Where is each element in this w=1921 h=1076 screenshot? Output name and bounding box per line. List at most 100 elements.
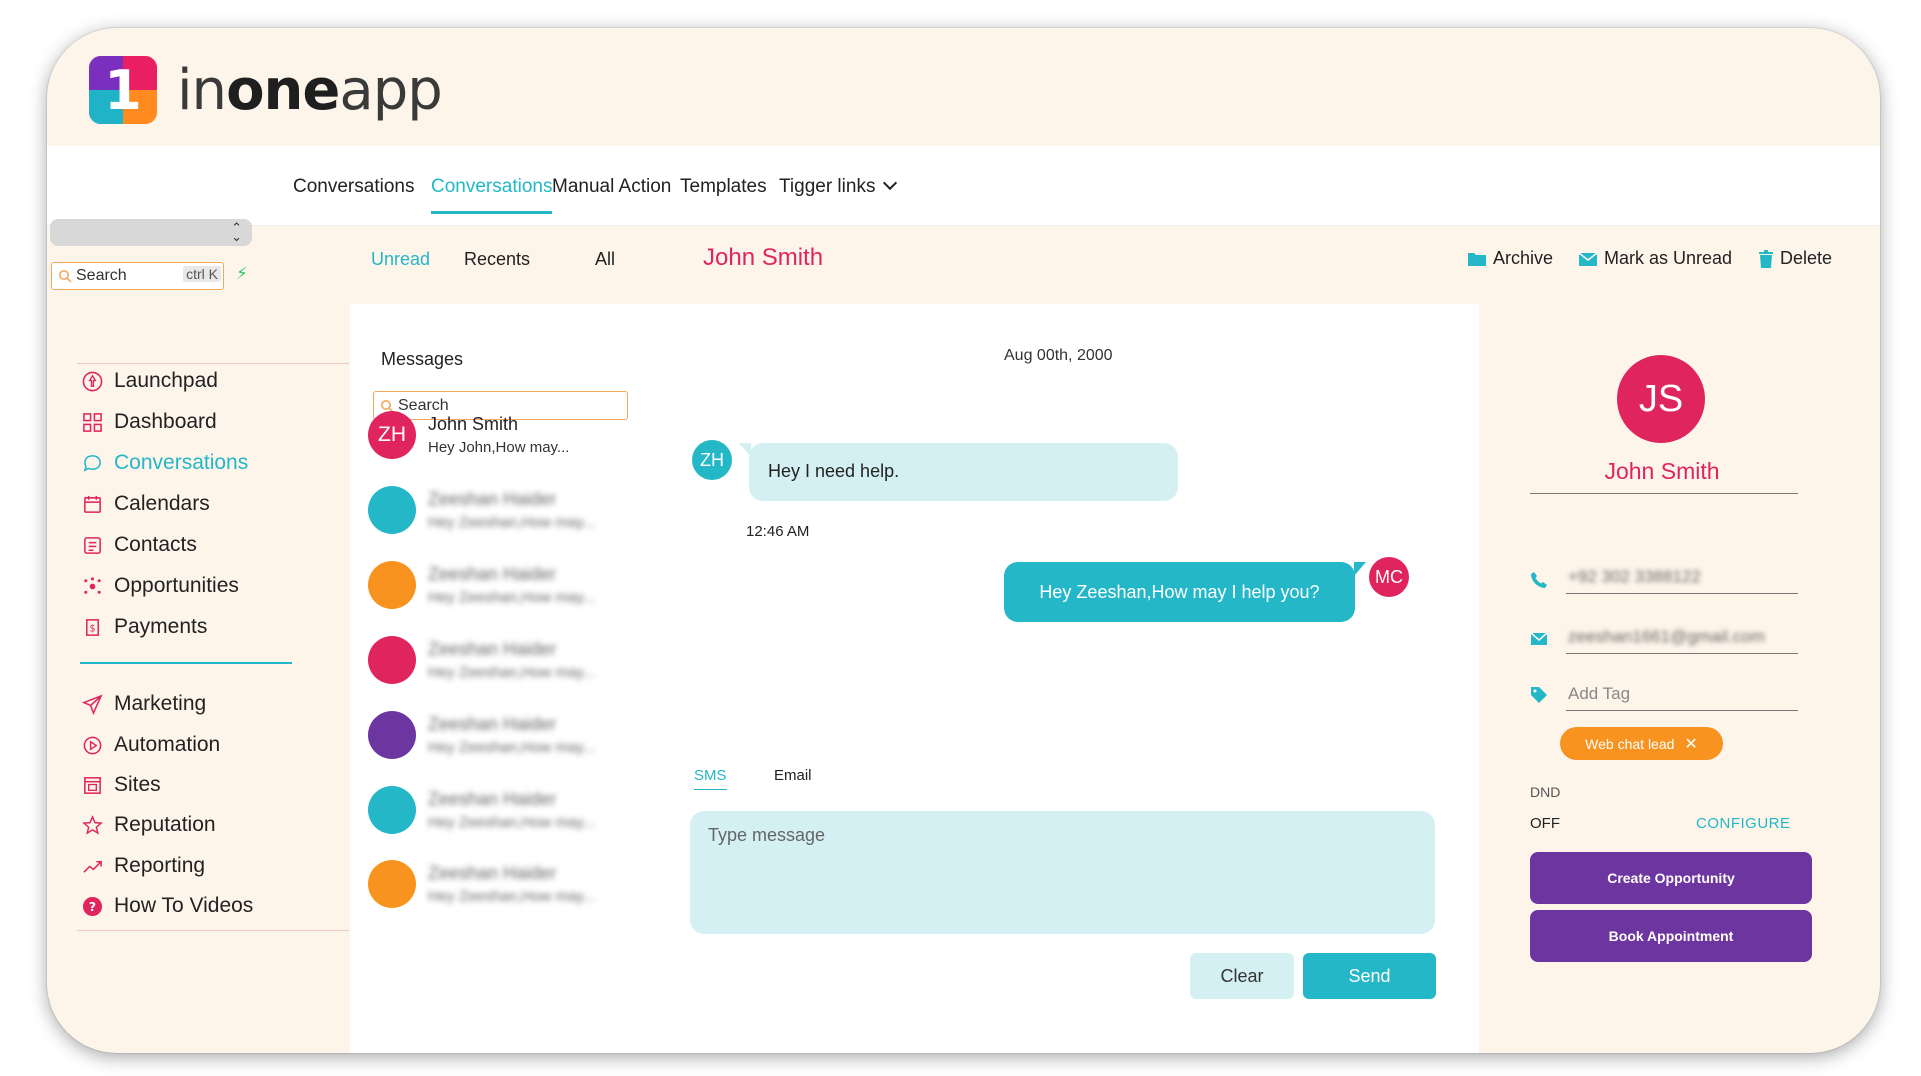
divider — [77, 930, 349, 931]
mark-unread-button[interactable]: Mark as Unread — [1578, 248, 1732, 269]
location-select[interactable]: ⌃ ⌄ — [50, 219, 252, 246]
sidebar-item-label: Conversations — [114, 451, 249, 474]
avatar — [368, 786, 416, 834]
chat-icon — [80, 451, 104, 475]
sidebar-item-label: Dashboard — [114, 410, 217, 433]
app-logo: 1 inoneapp — [89, 56, 443, 124]
sidebar-item-label: Payments — [114, 615, 208, 638]
contact-avatar: JS — [1617, 355, 1705, 443]
divider — [1566, 710, 1798, 711]
sidebar-item-contacts[interactable]: Contacts — [80, 533, 197, 557]
sidebar-item-label: Calendars — [114, 492, 210, 515]
tag-label: Web chat lead — [1585, 735, 1675, 752]
divider — [77, 363, 349, 364]
clear-button[interactable]: Clear — [1190, 953, 1294, 999]
updown-icon: ⌃ ⌄ — [231, 220, 242, 244]
close-icon[interactable]: ✕ — [1684, 734, 1697, 754]
topnav-conversations-1[interactable]: Conversations — [293, 176, 414, 198]
tab-all[interactable]: All — [595, 249, 615, 270]
topnav-trigger-links[interactable]: Tigger links — [779, 175, 898, 198]
sidebar-item-calendars[interactable]: Calendars — [80, 492, 210, 516]
conversation-name: Zeeshan Haider — [428, 789, 557, 809]
tab-email[interactable]: Email — [774, 767, 812, 784]
sidebar-item-marketing[interactable]: Marketing — [80, 692, 206, 716]
sidebar-item-dashboard[interactable]: Dashboard — [80, 410, 217, 434]
avatar — [368, 636, 416, 684]
send-button[interactable]: Send — [1303, 953, 1436, 999]
book-appointment-button[interactable]: Book Appointment — [1530, 910, 1812, 962]
conversation-preview: Hey Zeeshan,How may... — [428, 514, 596, 531]
chat-panel: Aug 00th, 2000 ZH Hey I need help. 12:46… — [666, 304, 1479, 1053]
tab-sms[interactable]: SMS — [694, 767, 727, 790]
topnav-manual-action[interactable]: Manual Action — [552, 176, 671, 198]
avatar — [368, 486, 416, 534]
add-tag-input[interactable]: Add Tag — [1568, 684, 1630, 704]
conversation-item[interactable]: Zeeshan Haider Hey Zeeshan,How may... — [368, 561, 595, 609]
conversation-item[interactable]: Zeeshan Haider Hey Zeeshan,How may... — [368, 636, 595, 684]
calendar-icon — [80, 492, 104, 516]
tag-chip[interactable]: Web chat lead ✕ — [1560, 727, 1723, 760]
opportunities-icon — [80, 574, 104, 598]
payments-icon: $ — [80, 615, 104, 639]
phone-icon — [1530, 571, 1548, 589]
tab-recents[interactable]: Recents — [464, 249, 530, 270]
sidebar-item-label: Opportunities — [114, 574, 239, 597]
rocket-icon — [80, 369, 104, 393]
divider — [1530, 493, 1798, 494]
sidebar-item-reporting[interactable]: Reporting — [80, 854, 205, 878]
mail-icon — [1530, 630, 1548, 648]
logo-text: inoneapp — [177, 57, 443, 123]
svg-text:$: $ — [89, 623, 95, 634]
sidebar-item-opportunities[interactable]: Opportunities — [80, 574, 239, 598]
sidebar-item-reputation[interactable]: Reputation — [80, 813, 216, 837]
configure-link[interactable]: CONFIGURE — [1696, 815, 1791, 832]
incoming-message: Hey I need help. — [739, 443, 1178, 501]
sidebar-item-conversations[interactable]: Conversations — [80, 451, 248, 475]
conversation-name: Zeeshan Haider — [428, 564, 557, 584]
contact-name: John Smith — [1604, 458, 1720, 484]
sidebar-item-how-to-videos[interactable]: ? How To Videos — [80, 894, 253, 918]
tab-unread[interactable]: Unread — [371, 249, 430, 270]
sidebar-item-label: Launchpad — [114, 369, 218, 392]
dnd-value: OFF — [1530, 815, 1560, 832]
conversation-preview: Hey Zeeshan,How may... — [428, 814, 596, 831]
trend-icon — [80, 854, 104, 878]
contact-phone[interactable]: +92 302 3388122 — [1568, 567, 1701, 587]
sidebar-separator — [80, 662, 292, 664]
contact-email[interactable]: zeeshan1661@gmail.com — [1568, 627, 1765, 647]
delete-button[interactable]: Delete — [1758, 248, 1832, 269]
avatar — [368, 711, 416, 759]
archive-button[interactable]: Archive — [1467, 248, 1553, 269]
help-icon: ? — [80, 894, 104, 918]
sidebar-item-sites[interactable]: Sites — [80, 773, 161, 797]
top-navigation: Conversations Conversations Manual Actio… — [47, 146, 1880, 226]
conversation-preview: Hey John,How may... — [428, 439, 570, 456]
folder-icon — [1468, 252, 1486, 266]
tag-icon — [1530, 686, 1548, 704]
topnav-conversations-2[interactable]: Conversations — [431, 176, 553, 214]
topnav-templates[interactable]: Templates — [680, 176, 767, 198]
message-time: 12:46 AM — [746, 523, 810, 540]
conversation-list-panel: Messages Search ZH John Smith Hey John,H… — [350, 304, 666, 1053]
conversation-name: Zeeshan Haider — [428, 714, 557, 734]
sidebar-search-placeholder: Search — [76, 267, 127, 284]
sidebar-item-launchpad[interactable]: Launchpad — [80, 369, 218, 393]
sidebar-item-label: Contacts — [114, 533, 197, 556]
conversation-item[interactable]: Zeeshan Haider Hey Zeeshan,How may... — [368, 711, 595, 759]
trash-icon — [1759, 249, 1773, 268]
avatar — [368, 561, 416, 609]
sidebar-item-payments[interactable]: $ Payments — [80, 615, 207, 639]
create-opportunity-button[interactable]: Create Opportunity — [1530, 852, 1812, 904]
logo-mark: 1 — [89, 56, 157, 124]
bolt-icon[interactable]: ⚡ — [236, 264, 248, 284]
conversation-name: John Smith — [428, 414, 519, 434]
conversation-item[interactable]: Zeeshan Haider Hey Zeeshan,How may... — [368, 786, 595, 834]
sidebar-item-automation[interactable]: Automation — [80, 733, 220, 757]
conversation-item[interactable]: Zeeshan Haider Hey Zeeshan,How may... — [368, 860, 595, 908]
chat-date: Aug 00th, 2000 — [1004, 347, 1113, 364]
sidebar-search[interactable]: Search ctrl K — [51, 262, 224, 290]
conversation-item-active[interactable]: ZH John Smith Hey John,How may... — [368, 411, 569, 459]
delete-label: Delete — [1780, 248, 1833, 268]
conversation-item[interactable]: Zeeshan Haider Hey Zeeshan,How may... — [368, 486, 595, 534]
message-composer[interactable] — [690, 811, 1435, 934]
